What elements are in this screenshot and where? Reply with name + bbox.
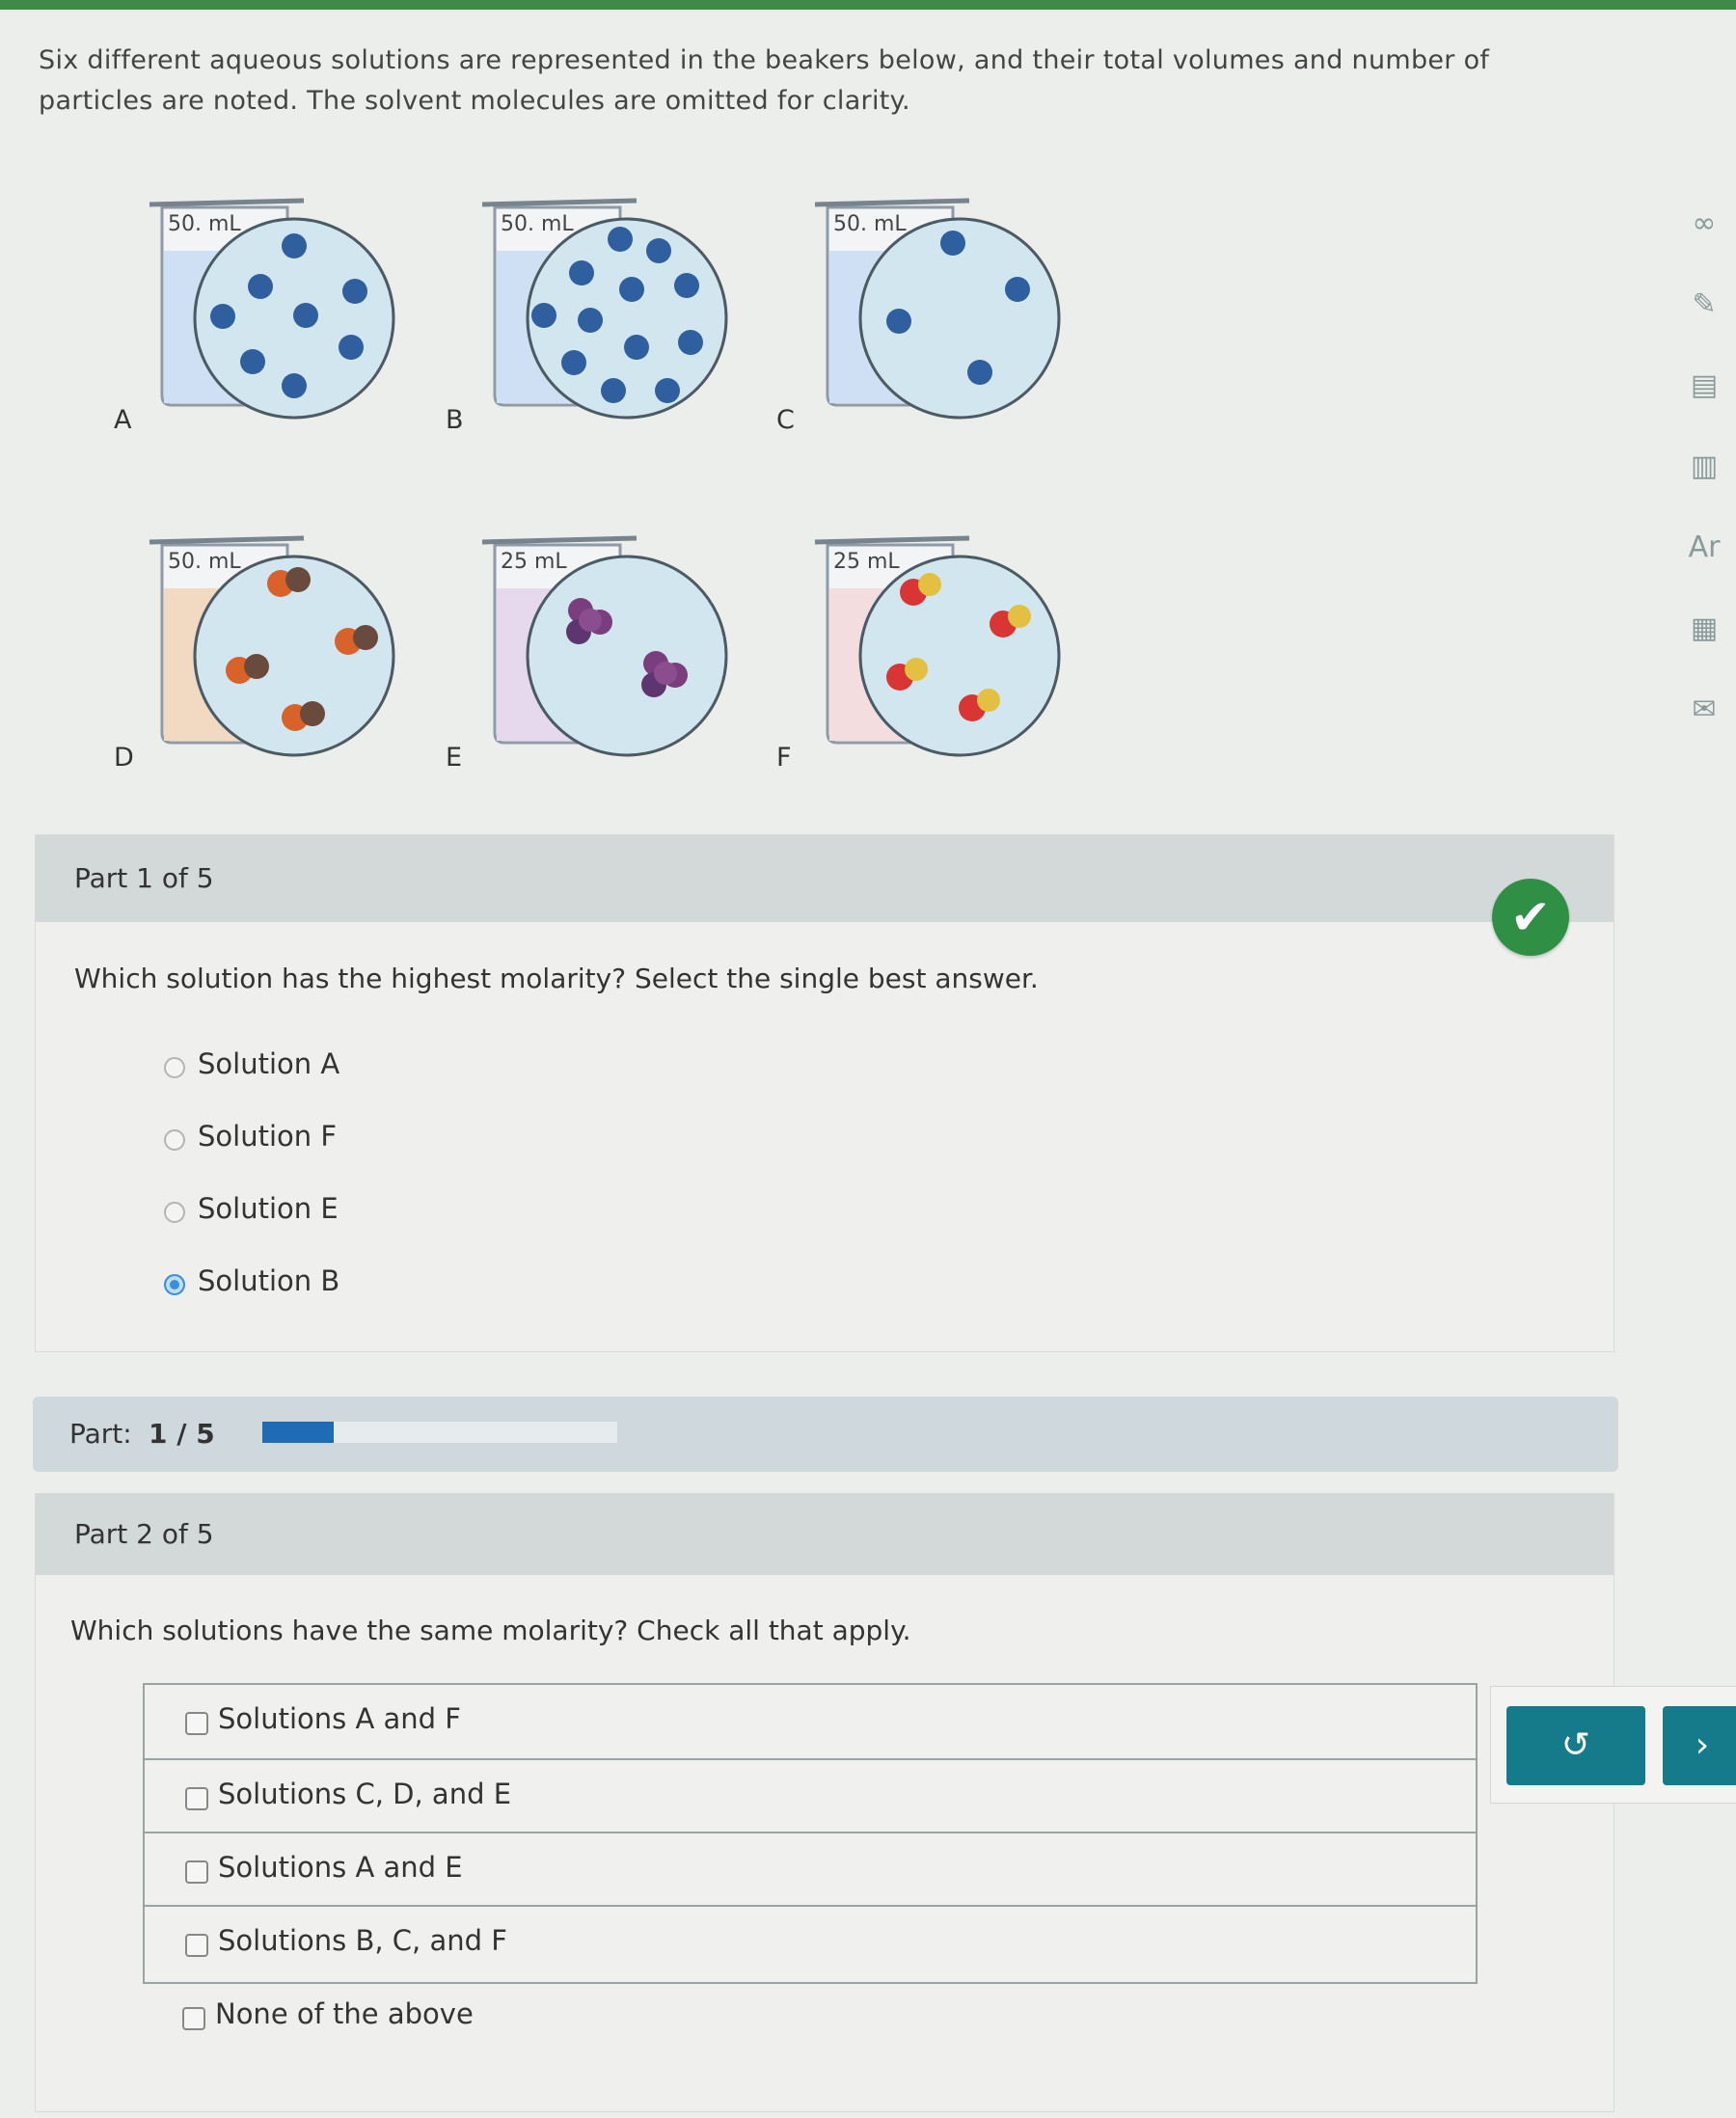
checkbox-label-1[interactable]: Solutions A and F <box>218 1702 461 1735</box>
beaker-lip <box>814 535 970 545</box>
correct-check-icon: ✔ <box>1492 879 1569 956</box>
undo-icon: ↺ <box>1560 1725 1591 1765</box>
checkbox-3[interactable] <box>185 1860 208 1884</box>
part2-header: Part 2 of 5 <box>36 1494 1614 1575</box>
chart-icon[interactable]: ▥ <box>1683 446 1725 488</box>
magnified-view <box>858 555 1061 757</box>
progress-label: Part: <box>69 1418 132 1450</box>
checkbox-1[interactable] <box>185 1712 208 1735</box>
part2-question: Which solutions have the same molarity? … <box>70 1615 911 1646</box>
checkbox-none-label[interactable]: None of the above <box>215 1997 474 2030</box>
part1-question: Which solution has the highest molarity?… <box>74 963 1039 994</box>
option-label-1[interactable]: Solution A <box>198 1047 339 1080</box>
answer-actions: ↺ › <box>1490 1686 1736 1804</box>
beaker-f-drawing <box>814 535 1061 757</box>
calculator-icon[interactable]: ▤ <box>1683 365 1725 407</box>
next-button[interactable]: › <box>1663 1706 1736 1785</box>
checkbox-2[interactable] <box>185 1787 208 1810</box>
radio-option-4[interactable] <box>164 1274 185 1295</box>
grid-row-2[interactable]: Solutions C, D, and E <box>145 1758 1476 1833</box>
undo-button[interactable]: ↺ <box>1506 1706 1645 1785</box>
option-label-3[interactable]: Solution E <box>198 1192 339 1225</box>
grid-row-3[interactable]: Solutions A and E <box>145 1832 1476 1907</box>
checkbox-none[interactable] <box>182 2007 205 2030</box>
radio-option-3[interactable] <box>164 1202 185 1223</box>
radio-option-1[interactable] <box>164 1057 185 1078</box>
checkbox-4[interactable] <box>185 1934 208 1957</box>
beaker-f-volume: 25 mL <box>833 550 900 574</box>
infinity-icon[interactable]: ∞ <box>1683 203 1725 245</box>
grid-icon[interactable]: ▦ <box>1683 608 1725 650</box>
progress-track <box>262 1422 617 1443</box>
part1-panel: Part 1 of 5 ✔ Which solution has the hig… <box>35 834 1614 1352</box>
option-label-4[interactable]: Solution B <box>198 1264 339 1297</box>
periodic-table-icon[interactable]: Ar <box>1683 527 1725 569</box>
grid-row-1[interactable]: Solutions A and F <box>145 1685 1476 1758</box>
progress-value: 1 / 5 <box>149 1418 215 1450</box>
progress-bar-panel: Part: 1 / 5 <box>33 1397 1618 1472</box>
grid-row-4[interactable]: Solutions B, C, and F <box>145 1905 1476 1980</box>
checkbox-label-3[interactable]: Solutions A and E <box>218 1851 463 1884</box>
checkbox-label-4[interactable]: Solutions B, C, and F <box>218 1924 507 1957</box>
answer-grid: Solutions A and F Solutions C, D, and E … <box>143 1683 1478 1984</box>
pencil-icon[interactable]: ✎ <box>1683 284 1725 326</box>
part2-title: Part 2 of 5 <box>74 1518 214 1550</box>
part1-title: Part 1 of 5 <box>74 862 214 894</box>
progress-fill <box>262 1422 334 1443</box>
part1-header: Part 1 of 5 <box>36 835 1614 922</box>
checkbox-label-2[interactable]: Solutions C, D, and E <box>218 1778 511 1810</box>
next-icon: › <box>1695 1725 1710 1765</box>
radio-option-2[interactable] <box>164 1129 185 1151</box>
option-label-2[interactable]: Solution F <box>198 1120 337 1153</box>
beaker-f-label: F <box>776 743 792 773</box>
mail-icon[interactable]: ✉ <box>1683 689 1725 731</box>
